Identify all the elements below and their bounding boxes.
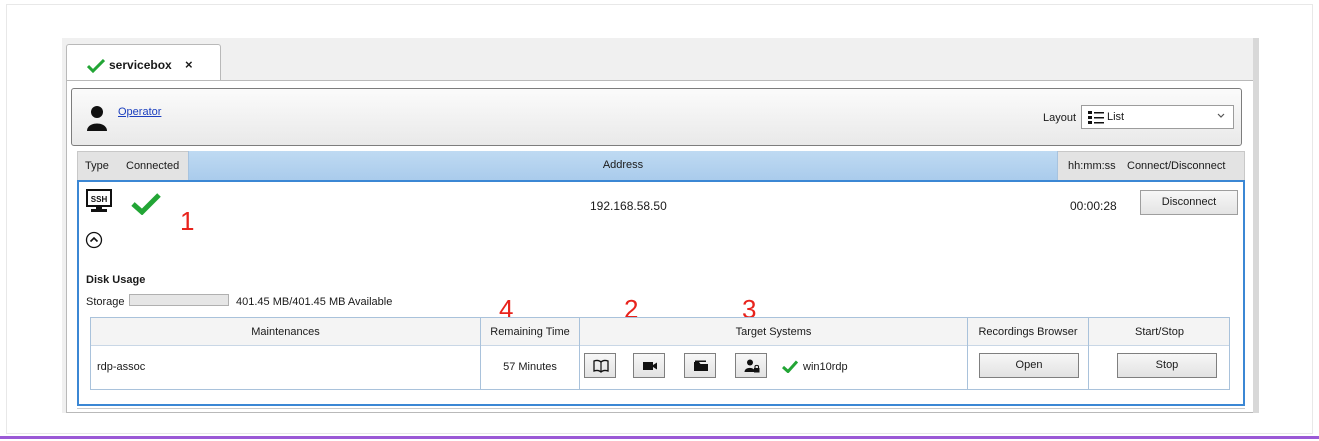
tab-strip: servicebox ×	[62, 38, 1259, 81]
user-icon	[87, 106, 107, 131]
stop-button[interactable]: Stop	[1117, 353, 1217, 378]
layout-label: Layout	[1043, 112, 1077, 124]
column-header-address-label: Address	[602, 159, 644, 171]
check-icon	[782, 360, 798, 373]
recordings-browser-cell: Open	[968, 346, 1089, 390]
video-camera-icon	[643, 362, 657, 370]
divider	[77, 408, 1245, 409]
credentials-button[interactable]	[735, 353, 767, 378]
column-header-connect[interactable]: Connect/Disconnect	[1127, 160, 1225, 172]
file-transfer-button[interactable]	[684, 353, 716, 378]
maintenance-name: rdp-assoc	[97, 361, 146, 373]
monitor-icon: SSH	[86, 189, 112, 212]
recording-button[interactable]	[633, 353, 665, 378]
column-header-start-stop[interactable]: Start/Stop	[1089, 318, 1230, 346]
storage-label: Storage	[86, 296, 125, 308]
remaining-time: 57 Minutes	[503, 361, 557, 373]
vertical-scrollbar[interactable]	[1253, 38, 1259, 413]
book-icon	[593, 359, 609, 373]
divider	[0, 436, 1319, 439]
remaining-time-cell: 57 Minutes	[481, 346, 580, 390]
open-recordings-button[interactable]: Open	[979, 353, 1079, 378]
operator-link[interactable]: Operator	[118, 106, 161, 118]
start-stop-cell: Stop	[1089, 346, 1230, 390]
connected-check-icon	[131, 193, 161, 215]
column-header-target-systems[interactable]: Target Systems	[580, 318, 968, 346]
table-row: rdp-assoc	[91, 346, 481, 390]
chevron-down-icon	[1217, 113, 1225, 118]
column-header-maintenances[interactable]: Maintenances	[91, 318, 481, 346]
annotation-1: 1	[180, 206, 195, 236]
disconnect-button[interactable]: Disconnect	[1140, 190, 1238, 215]
column-header-remaining-time[interactable]: Remaining Time	[481, 318, 580, 346]
tab-servicebox[interactable]: servicebox ×	[66, 44, 221, 81]
maintenance-table-header: Maintenances Remaining Time Target Syste…	[91, 318, 1229, 346]
session-row[interactable]: SSH 1 192.168.58.50 00:00:28 Disconnect …	[77, 180, 1245, 406]
manual-button[interactable]	[584, 353, 616, 378]
storage-progress-fill	[130, 295, 228, 305]
chevron-up-circle-icon[interactable]	[85, 231, 103, 249]
close-icon[interactable]: ×	[185, 57, 193, 72]
check-icon	[87, 59, 105, 73]
layout-select[interactable]: List	[1081, 105, 1234, 129]
tab-label: servicebox	[109, 58, 172, 72]
session-elapsed: 00:00:28	[1070, 199, 1117, 213]
disk-usage-title: Disk Usage	[86, 274, 146, 286]
folder-icon	[694, 360, 708, 371]
storage-text: 401.45 MB/401.45 MB Available	[236, 296, 393, 308]
storage-progress-bar	[129, 294, 229, 306]
list-icon	[1088, 111, 1104, 124]
column-header-address[interactable]: Address	[188, 151, 1058, 181]
operator-bar: Operator Layout List	[71, 88, 1242, 146]
connections-table-header: Type Connected Address hh:mm:ss Connect/…	[77, 151, 1245, 181]
app-window: servicebox × Operator Layout List Type C…	[62, 38, 1259, 413]
column-header-recordings-browser[interactable]: Recordings Browser	[968, 318, 1089, 346]
column-header-time[interactable]: hh:mm:ss	[1068, 160, 1116, 172]
target-systems-cell: win10rdp	[580, 346, 968, 390]
content-panel: Operator Layout List Type Connected Addr…	[66, 80, 1259, 413]
column-header-connected[interactable]: Connected	[126, 160, 179, 172]
session-address: 192.168.58.50	[590, 199, 667, 213]
protocol-label: SSH	[91, 195, 108, 204]
layout-value: List	[1107, 111, 1125, 123]
column-header-type[interactable]: Type	[85, 160, 109, 172]
target-system-name: win10rdp	[803, 361, 848, 373]
maintenance-table: Maintenances Remaining Time Target Syste…	[90, 317, 1230, 390]
user-lock-icon	[744, 359, 760, 373]
